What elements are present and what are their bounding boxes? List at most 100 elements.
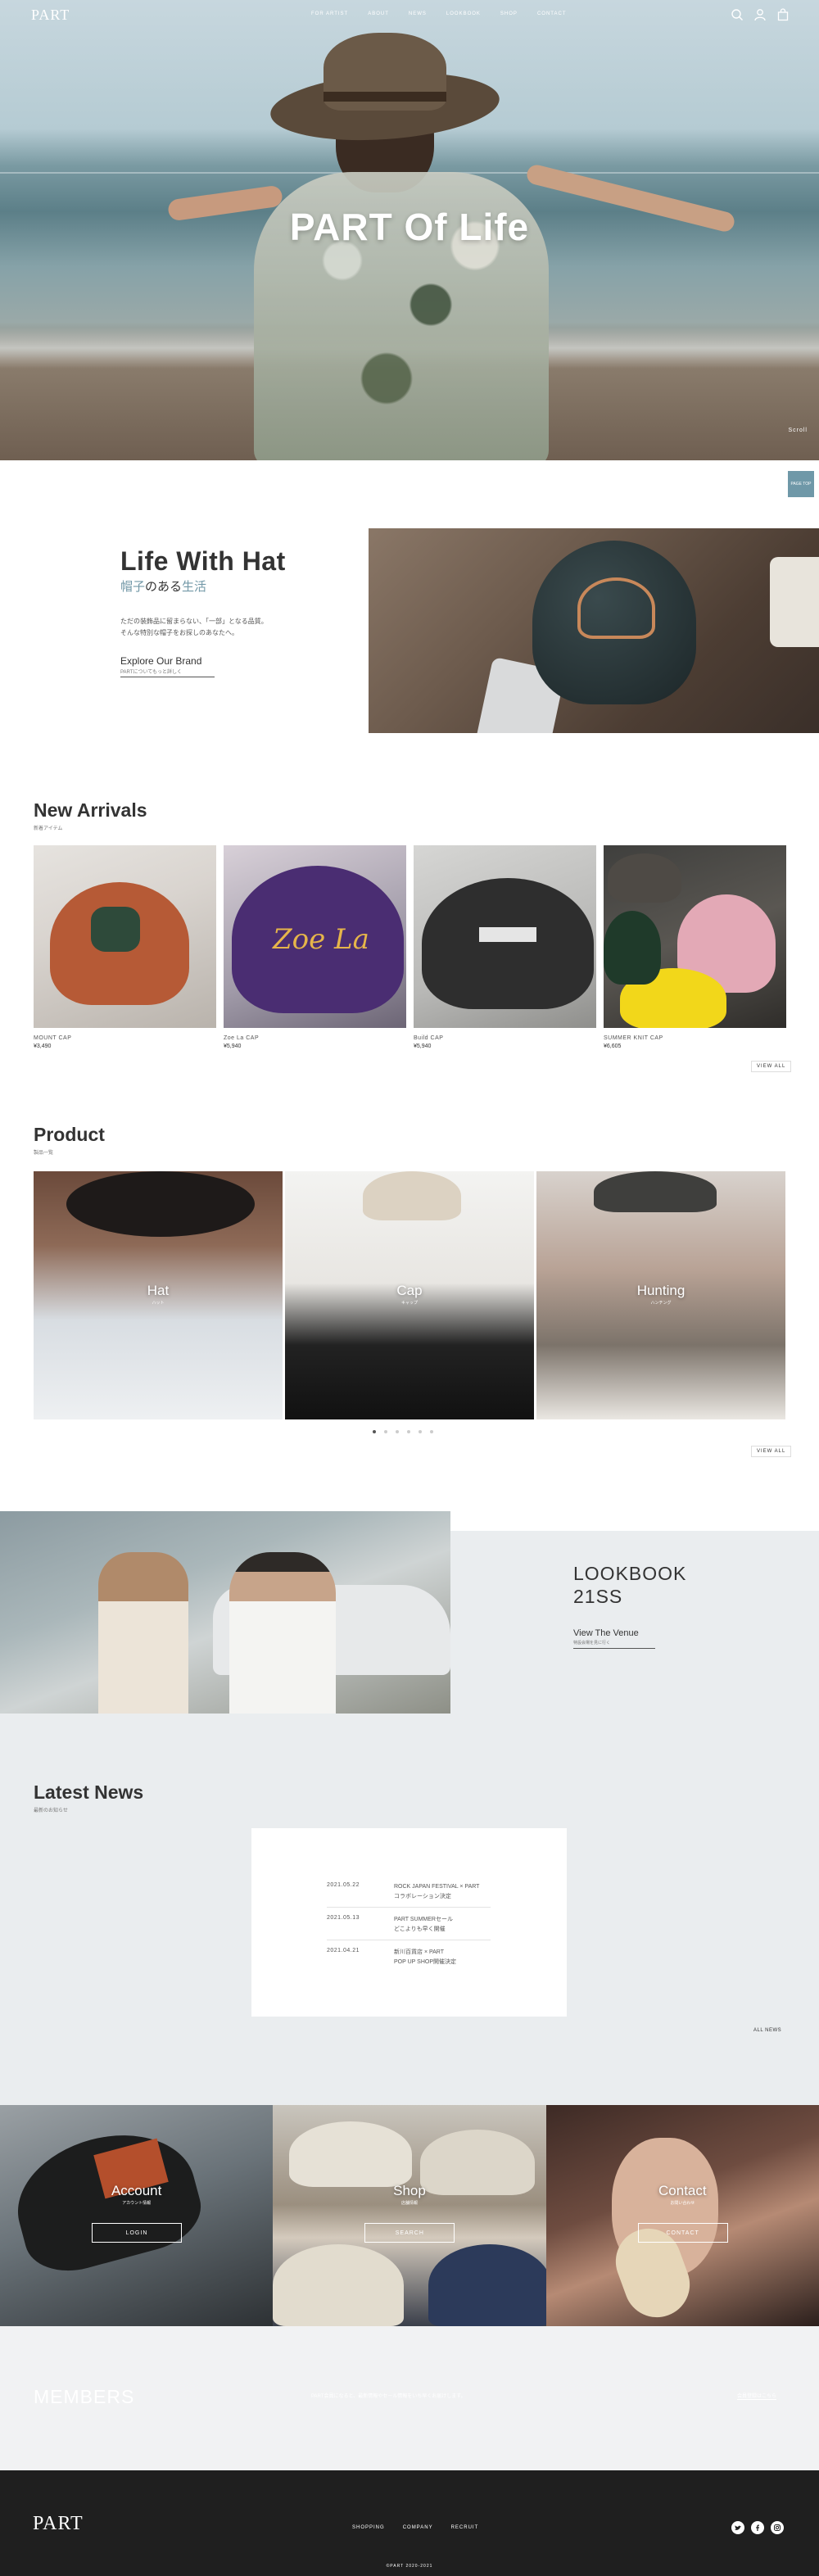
man-figure bbox=[229, 1552, 336, 1714]
twitter-icon[interactable] bbox=[731, 2521, 744, 2534]
page: PART Of Life Scroll PART FOR ARTIST ABOU… bbox=[0, 0, 819, 2576]
all-news-link[interactable]: ALL NEWS bbox=[753, 2028, 781, 2033]
arrival-image[interactable] bbox=[414, 845, 596, 1028]
contact-button[interactable]: CONTACT bbox=[637, 2223, 728, 2243]
beanie-green bbox=[604, 911, 661, 985]
news-line-1: PART SUMMERセール bbox=[394, 1917, 453, 1922]
arrival-image[interactable] bbox=[34, 845, 216, 1028]
arrival-item[interactable]: Zoe La Zoe La CAP ¥5,940 bbox=[224, 845, 406, 1049]
nav-news[interactable]: NEWS bbox=[409, 11, 427, 16]
lookbook-title: LOOKBOOK 21SS bbox=[573, 1562, 686, 1608]
cart-icon[interactable] bbox=[776, 8, 790, 21]
woman-figure bbox=[98, 1552, 188, 1714]
footer-nav-company[interactable]: COMPANY bbox=[403, 2525, 433, 2530]
hat-shape bbox=[66, 1171, 255, 1237]
arrival-item[interactable]: SUMMER KNIT CAP ¥6,605 bbox=[604, 845, 786, 1049]
info-panels: Account アカウント情報 LOGIN Shop 店舗情報 SEARCH C… bbox=[0, 2105, 819, 2326]
nav-contact[interactable]: CONTACT bbox=[537, 11, 567, 16]
hat-shape bbox=[273, 2244, 405, 2326]
new-arrivals-view-all[interactable]: VIEW ALL bbox=[751, 1061, 792, 1072]
contact-title: Contact bbox=[658, 2183, 707, 2198]
latest-news-sub: 最新のお知らせ bbox=[34, 1809, 68, 1813]
product-sub-label: キャップ bbox=[400, 1301, 418, 1306]
hat-shape bbox=[289, 2121, 413, 2187]
hero-banner: PART Of Life Scroll bbox=[0, 0, 819, 460]
arrival-price: ¥6,605 bbox=[604, 1044, 622, 1049]
product-label: Cap bbox=[396, 1283, 423, 1298]
lookbook-image[interactable] bbox=[0, 1511, 450, 1714]
facebook-icon[interactable] bbox=[751, 2521, 764, 2534]
product-view-all[interactable]: VIEW ALL bbox=[751, 1446, 792, 1457]
description-line-2: そんな特別な帽子をお探しのあなたへ。 bbox=[120, 629, 238, 636]
view-venue-link[interactable]: View The Venue bbox=[573, 1628, 639, 1638]
contact-panel: Contact お問い合わせ CONTACT bbox=[545, 2105, 819, 2326]
description-line-1: ただの装飾品に留まらない、「一部」となる品質。 bbox=[120, 618, 268, 625]
carousel-dot[interactable] bbox=[396, 1430, 399, 1433]
hero-title: PART Of Life bbox=[289, 206, 530, 248]
news-line-1: ROCK JAPAN FESTIVAL × PART bbox=[394, 1884, 480, 1890]
instagram-icon[interactable] bbox=[771, 2521, 784, 2534]
nav-about[interactable]: ABOUT bbox=[368, 11, 389, 16]
product-hunting[interactable]: Hunting ハンチング bbox=[536, 1171, 785, 1419]
carousel-dot[interactable] bbox=[373, 1430, 376, 1433]
account-panel: Account アカウント情報 LOGIN bbox=[0, 2105, 274, 2326]
life-with-hat-image bbox=[369, 528, 819, 733]
arrival-name: Build CAP bbox=[414, 1035, 444, 1041]
footer-nav-shopping[interactable]: SHOPPING bbox=[352, 2525, 385, 2530]
explore-brand-link[interactable]: Explore Our Brand bbox=[120, 655, 201, 667]
carousel-dot[interactable] bbox=[384, 1430, 387, 1433]
news-line-2: コラボレーション決定 bbox=[394, 1894, 451, 1899]
user-icon[interactable] bbox=[753, 8, 767, 21]
footer-logo[interactable]: PART bbox=[33, 2513, 84, 2535]
cap-shape bbox=[422, 878, 594, 1009]
cap-embroidery: Zoe La bbox=[273, 923, 369, 956]
view-venue-underline bbox=[573, 1648, 655, 1649]
header-icons bbox=[731, 8, 790, 21]
life-with-hat-subtitle: 帽子のある生活 bbox=[120, 577, 206, 595]
news-line-2: どこよりも早く開催 bbox=[394, 1926, 446, 1932]
product-label: Hat bbox=[147, 1283, 170, 1298]
footer-nav-recruit[interactable]: RECRUIT bbox=[451, 2525, 479, 2530]
arrival-item[interactable]: Build CAP ¥5,940 bbox=[414, 845, 596, 1049]
account-sub: アカウント情報 bbox=[122, 2201, 152, 2206]
footer-logo-text: PART bbox=[33, 2513, 84, 2534]
members-text: PART会員になると、最新情報やセール情報をいち早くお届けします。 bbox=[311, 2394, 466, 2399]
arrival-image[interactable] bbox=[604, 845, 786, 1028]
product-label: Hunting bbox=[636, 1283, 686, 1298]
cap-shape bbox=[3, 2116, 210, 2282]
news-list: 2021.05.22 ROCK JAPAN FESTIVAL × PART コラボ… bbox=[251, 1828, 567, 2017]
shop-sub: 店舗情報 bbox=[400, 2201, 418, 2206]
news-text[interactable]: 新川百貨店 × PART POP UP SHOP開催決定 bbox=[394, 1948, 574, 1967]
carousel-dot[interactable] bbox=[419, 1430, 422, 1433]
news-text[interactable]: ROCK JAPAN FESTIVAL × PART コラボレーション決定 bbox=[394, 1882, 574, 1902]
news-text[interactable]: PART SUMMERセール どこよりも早く開催 bbox=[394, 1915, 574, 1935]
search-icon[interactable] bbox=[731, 8, 744, 21]
scroll-indicator[interactable]: Scroll bbox=[788, 428, 808, 433]
arrival-item[interactable]: MOUNT CAP ¥3,490 bbox=[34, 845, 216, 1049]
nav-for-artist[interactable]: FOR ARTIST bbox=[311, 11, 348, 16]
arrival-name: MOUNT CAP bbox=[34, 1035, 72, 1041]
arrival-image[interactable]: Zoe La bbox=[224, 845, 406, 1028]
latest-news-title: Latest News bbox=[34, 1781, 144, 1803]
site-logo[interactable]: PART bbox=[31, 7, 70, 24]
members-register-link[interactable]: 会員登録はこちら bbox=[737, 2392, 777, 2400]
search-button[interactable]: SEARCH bbox=[364, 2223, 455, 2243]
arrival-price: ¥5,940 bbox=[414, 1044, 432, 1049]
page-top-button[interactable]: PAGE TOP bbox=[788, 471, 814, 497]
product-hat[interactable]: Hat ハット bbox=[34, 1171, 283, 1419]
contact-sub: お問い合わせ bbox=[670, 2201, 695, 2206]
news-line-1: 新川百貨店 × PART bbox=[394, 1949, 445, 1955]
nav-lookbook[interactable]: LOOKBOOK bbox=[446, 11, 481, 16]
lookbook-title-line-2: 21SS bbox=[573, 1586, 623, 1607]
product-sub: 製品一覧 bbox=[34, 1151, 54, 1156]
product-cap[interactable]: Cap キャップ bbox=[285, 1171, 534, 1419]
cap-patch bbox=[91, 907, 140, 952]
hat-shape bbox=[428, 2244, 546, 2326]
footer-nav: SHOPPING COMPANY RECRUIT bbox=[352, 2525, 478, 2530]
product-sub-label: ハンチング bbox=[650, 1301, 672, 1306]
carousel-dot[interactable] bbox=[430, 1430, 433, 1433]
product-carousel: Hat ハット Cap キャップ Hunting ハンチング bbox=[34, 1171, 785, 1419]
login-button[interactable]: LOGIN bbox=[92, 2223, 182, 2243]
nav-shop[interactable]: SHOP bbox=[500, 11, 518, 16]
carousel-dot[interactable] bbox=[407, 1430, 410, 1433]
